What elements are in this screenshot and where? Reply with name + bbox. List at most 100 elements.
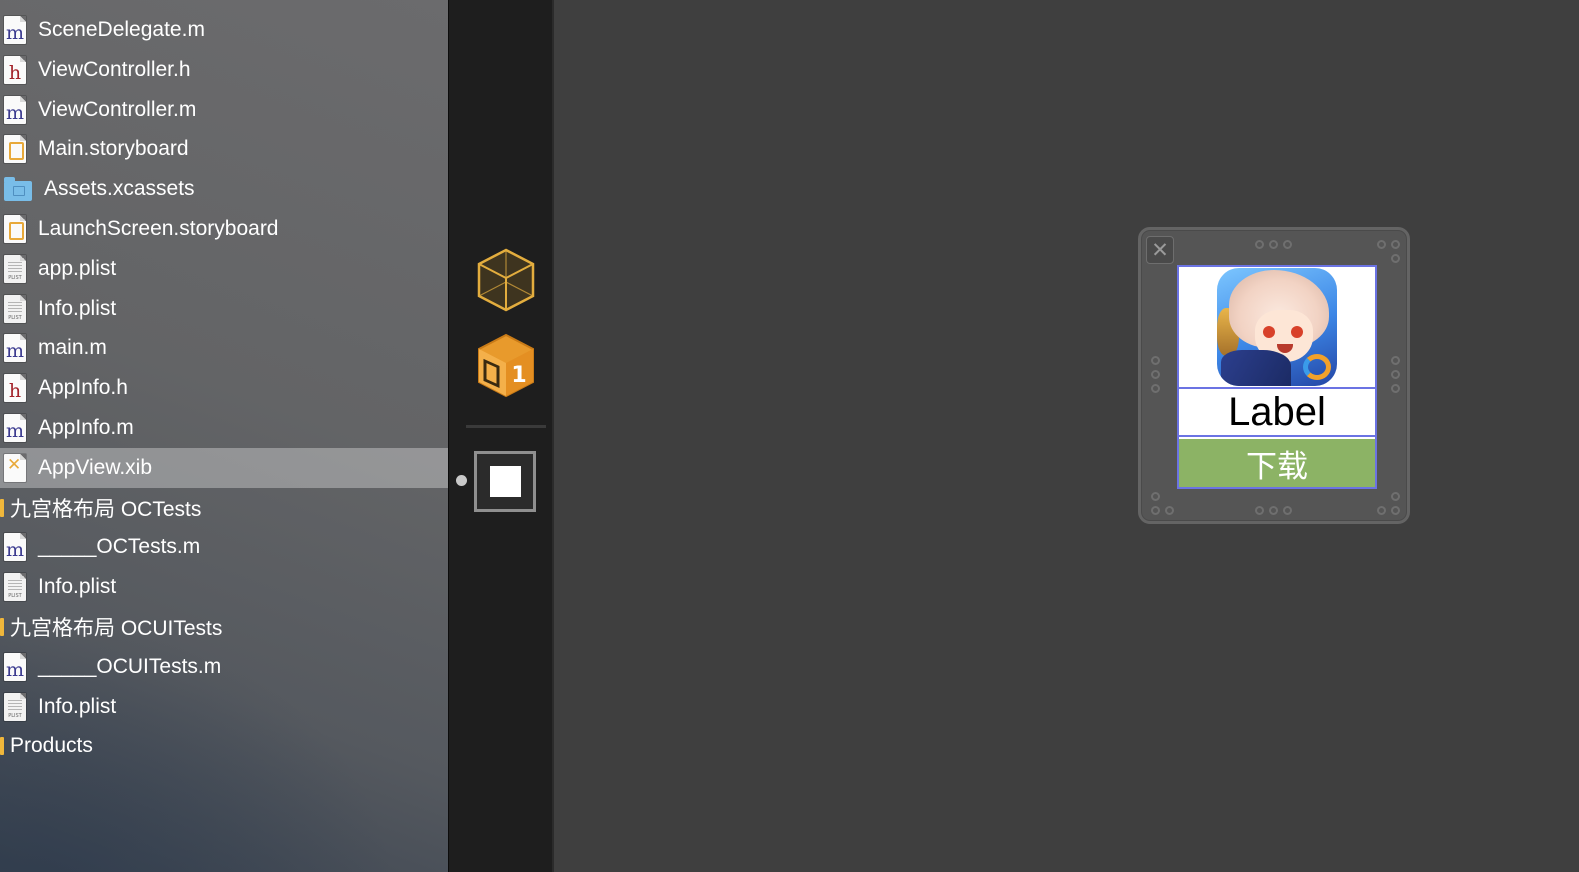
resize-handle[interactable]	[1269, 506, 1278, 515]
navigator-row-label: _____OCTests.m	[38, 535, 201, 559]
app-icon-image-view[interactable]	[1179, 267, 1375, 389]
plist-file-icon: PLIST	[4, 692, 26, 721]
resize-handle[interactable]	[1255, 240, 1264, 249]
storyboard-file-icon	[4, 215, 26, 243]
header-file-icon: h	[4, 374, 26, 403]
resize-handle[interactable]	[1151, 384, 1160, 393]
objc-implementation-file-icon: m	[4, 334, 26, 363]
navigator-row-label: Info.plist	[38, 575, 117, 599]
file-type-glyph: h	[8, 61, 22, 84]
objc-implementation-file-icon: m	[4, 414, 26, 442]
resize-handle[interactable]	[1283, 506, 1292, 515]
navigator-row-label: AppInfo.h	[38, 376, 128, 400]
file-type-glyph: m	[5, 101, 25, 124]
storyboard-file-icon	[4, 135, 26, 164]
resize-handle[interactable]	[1165, 506, 1174, 515]
navigator-file-row[interactable]: PLIST app.plist	[0, 249, 448, 289]
file-type-glyph: m	[5, 658, 25, 681]
navigator-group-row[interactable]: 九宫格布局 OCTests	[0, 488, 448, 528]
resize-handle[interactable]	[1391, 370, 1400, 379]
objc-implementation-file-icon: m	[4, 95, 26, 124]
objc-implementation-file-icon: m	[4, 16, 26, 44]
view-object-icon-fill	[489, 466, 521, 497]
navigator-row-label: LaunchScreen.storyboard	[38, 217, 279, 240]
navigator-file-row[interactable]: m _____OCTests.m	[0, 527, 448, 567]
resize-handle[interactable]	[1391, 384, 1400, 393]
navigator-row-label: main.m	[38, 336, 107, 360]
file-owner-cube-icon[interactable]: 1	[476, 332, 536, 398]
resize-handle[interactable]	[1255, 506, 1264, 515]
resize-handle[interactable]	[1283, 240, 1292, 249]
app-view[interactable]: Label 下载	[1177, 265, 1377, 489]
file-type-glyph: PLIST	[8, 712, 22, 719]
navigator-row-label: ViewController.m	[38, 97, 197, 121]
navigator-file-row[interactable]: Main.storyboard	[0, 129, 448, 169]
navigator-file-row[interactable]: m _____OCUITests.m	[0, 647, 448, 687]
navigator-file-row[interactable]: LaunchScreen.storyboard	[0, 209, 448, 249]
file-type-glyph: PLIST	[8, 274, 22, 281]
navigator-file-row[interactable]: m SceneDelegate.m	[0, 10, 448, 50]
interface-builder-canvas[interactable]: ✕ Label 下载	[556, 0, 1579, 872]
resize-handle[interactable]	[1151, 370, 1160, 379]
navigator-file-row[interactable]: PLIST Info.plist	[0, 289, 448, 329]
view-object-icon[interactable]	[474, 451, 536, 512]
navigator-file-row[interactable]: PLIST Info.plist	[0, 567, 448, 607]
resize-handle[interactable]	[1377, 506, 1386, 515]
navigator-file-row[interactable]: h ViewController.h	[0, 50, 448, 90]
file-type-glyph: h	[8, 380, 22, 403]
navigator-row-label: Info.plist	[38, 694, 117, 718]
navigator-row-label: Assets.xcassets	[44, 177, 195, 201]
plist-file-icon: PLIST	[4, 573, 26, 602]
navigator-row-label: 九宫格布局 OCTests	[10, 497, 202, 521]
resize-handle[interactable]	[1151, 356, 1160, 365]
placeholder-cube-icon[interactable]	[476, 248, 536, 312]
file-type-glyph: m	[5, 420, 25, 442]
file-type-glyph: m	[5, 22, 25, 44]
navigator-row-label: Info.plist	[38, 296, 117, 320]
navigator-row-label: ViewController.h	[38, 57, 191, 81]
dock-separator	[466, 425, 546, 428]
navigator-row-label: SceneDelegate.m	[38, 18, 205, 41]
resize-handle[interactable]	[1391, 356, 1400, 365]
resize-handle[interactable]	[1151, 492, 1160, 501]
navigator-file-row[interactable]: h AppInfo.h	[0, 368, 448, 408]
group-folder-icon	[0, 498, 4, 517]
resize-handle[interactable]	[1391, 492, 1400, 501]
navigator-group-row[interactable]: 九宫格布局 OCUITests	[0, 607, 448, 647]
file-type-glyph: PLIST	[8, 593, 22, 600]
objc-implementation-file-icon: m	[4, 652, 26, 681]
xib-file-icon	[4, 453, 26, 482]
document-outline-dock: 1	[448, 0, 554, 872]
resize-handle[interactable]	[1391, 240, 1400, 249]
file-type-glyph: m	[5, 539, 25, 562]
navigator-row-label: AppView.xib	[38, 455, 153, 479]
view-handle-dot[interactable]	[456, 475, 467, 486]
file-owner-badge: 1	[511, 363, 526, 388]
navigator-row-label: app.plist	[38, 256, 117, 280]
header-file-icon: h	[4, 55, 26, 84]
navigator-row-label: 九宫格布局 OCUITests	[10, 617, 223, 640]
navigator-file-row[interactable]: m AppInfo.m	[0, 408, 448, 448]
title-label[interactable]: Label	[1179, 389, 1375, 437]
close-scene-button[interactable]: ✕	[1146, 236, 1174, 264]
file-type-glyph: m	[5, 340, 25, 363]
resize-handle[interactable]	[1269, 240, 1278, 249]
asset-catalog-folder-icon	[4, 177, 32, 202]
xib-scene-frame[interactable]: ✕ Label 下载	[1138, 227, 1410, 524]
navigator-file-row[interactable]: Assets.xcassets	[0, 169, 448, 209]
project-navigator: m SceneDelegate.m h ViewController.h m ViewCo…	[0, 0, 448, 872]
resize-handle[interactable]	[1391, 254, 1400, 263]
resize-handle[interactable]	[1151, 506, 1160, 515]
download-button[interactable]: 下载	[1179, 439, 1375, 487]
navigator-file-row[interactable]: PLIST Info.plist	[0, 687, 448, 727]
group-folder-icon	[0, 737, 4, 756]
resize-handle[interactable]	[1377, 240, 1386, 249]
navigator-file-row[interactable]: m main.m	[0, 328, 448, 368]
objc-implementation-file-icon: m	[4, 533, 26, 562]
navigator-file-row[interactable]: AppView.xib	[0, 447, 448, 488]
navigator-group-row[interactable]: Products	[0, 726, 448, 766]
plist-file-icon: PLIST	[4, 254, 26, 283]
navigator-row-label: Products	[10, 734, 93, 758]
resize-handle[interactable]	[1391, 506, 1400, 515]
navigator-file-row[interactable]: m ViewController.m	[0, 90, 448, 130]
